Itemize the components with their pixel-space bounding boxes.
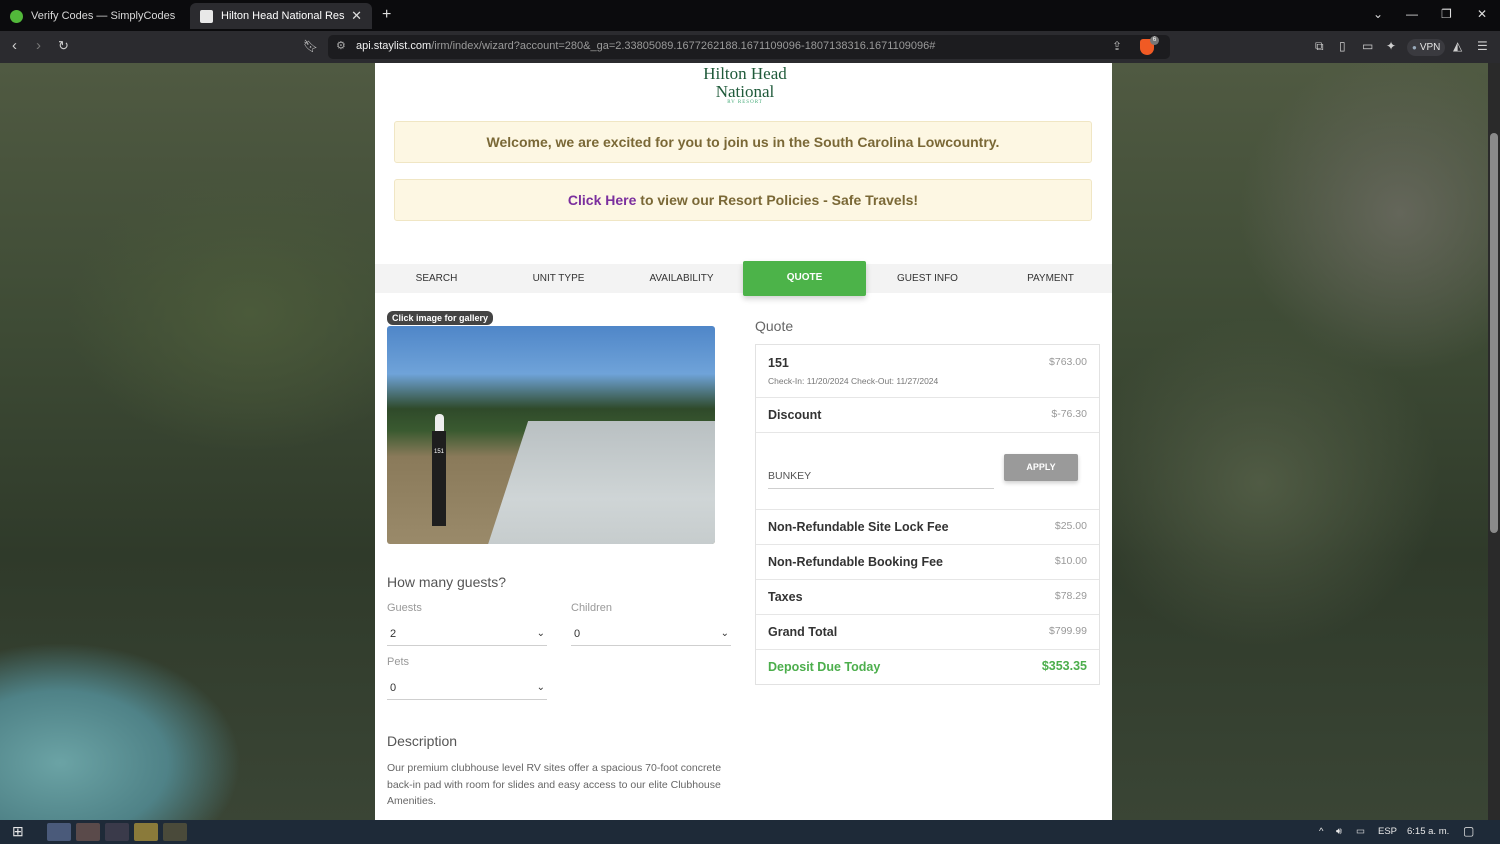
step-payment[interactable]: PAYMENT [989, 264, 1112, 293]
rewards-icon[interactable]: ◭ [1453, 39, 1462, 53]
site-info-icon[interactable]: ⚙ [336, 39, 346, 52]
wallet-icon[interactable]: ▭ [1362, 39, 1373, 53]
start-icon[interactable]: ⊞ [12, 823, 24, 840]
restore-icon[interactable]: ❐ [1441, 7, 1452, 21]
volume-icon[interactable]: 🔊︎ [1336, 826, 1342, 837]
quote-panel: 151 $763.00 Check-In: 11/20/2024 Check-O… [755, 344, 1100, 685]
quote-row-discount: Discount $-76.30 [756, 398, 1099, 433]
quote-row-grand-total: Grand Total $799.99 [756, 615, 1099, 650]
description-heading: Description [387, 733, 458, 749]
apply-button[interactable]: APPLY [1004, 454, 1078, 481]
site-photo[interactable]: 151 [387, 326, 715, 544]
close-tab-icon[interactable]: ✕ [351, 8, 362, 24]
new-tab-icon[interactable]: + [382, 6, 391, 24]
step-unit-type[interactable]: UNIT TYPE [497, 264, 620, 293]
simplycodes-favicon-icon [10, 9, 23, 23]
back-icon[interactable]: ‹ [12, 37, 17, 54]
site-price: $763.00 [1049, 356, 1087, 368]
guests-select[interactable]: 2 ⌄ [387, 622, 547, 646]
vpn-button[interactable]: VPN [1407, 39, 1446, 56]
scroll-thumb[interactable] [1490, 133, 1498, 533]
page-viewport: Hilton Head National RV RESORT Welcome, … [0, 63, 1500, 820]
site-name: 151 [768, 356, 789, 370]
step-availability[interactable]: AVAILABILITY [620, 264, 743, 293]
minimize-icon[interactable]: — [1406, 7, 1418, 21]
deposit-value: $353.35 [1041, 659, 1087, 673]
leo-ai-icon[interactable]: ✦ [1386, 39, 1396, 53]
language-indicator[interactable]: ESP [1378, 826, 1397, 837]
chevron-down-icon: ⌄ [720, 628, 729, 639]
address-bar[interactable]: ⚙ api.staylist.com/irm/index/wizard?acco… [328, 35, 1170, 59]
windows-taskbar: ⊞ ^ 🔊︎ ▭ ESP 6:15 a. m. ▢ [0, 820, 1500, 844]
policy-text: to view our Resort Policies - Safe Trave… [636, 192, 919, 208]
clock[interactable]: 6:15 a. m. [1407, 826, 1449, 837]
gallery-hint-badge: Click image for gallery [387, 311, 494, 325]
welcome-notice: Welcome, we are excited for you to join … [394, 121, 1092, 163]
children-label: Children [571, 602, 612, 614]
quote-row-deposit: Deposit Due Today $353.35 [756, 650, 1099, 685]
network-icon[interactable]: ▭ [1356, 826, 1365, 837]
share-icon[interactable]: ⇪ [1112, 39, 1122, 53]
quote-row: Non-Refundable Booking Fee $10.00 [756, 545, 1099, 580]
promo-code-input[interactable]: BUNKEY [768, 463, 994, 489]
step-guest-info[interactable]: GUEST INFO [866, 264, 989, 293]
quote-row: Taxes $78.29 [756, 580, 1099, 615]
guests-label: Guests [387, 602, 422, 614]
discount-value: $-76.30 [1051, 408, 1087, 420]
extensions-icon[interactable]: ⧉ [1315, 39, 1324, 54]
description-text: Our premium clubhouse level RV sites off… [387, 762, 722, 807]
tab-simplycodes[interactable]: Verify Codes — SimplyCodes [0, 3, 186, 29]
policy-link[interactable]: Click Here [568, 192, 636, 208]
children-select[interactable]: 0 ⌄ [571, 622, 731, 646]
forward-icon[interactable]: › [36, 37, 41, 54]
wizard-steps: SEARCH UNIT TYPE AVAILABILITY QUOTE GUES… [375, 261, 1112, 296]
resort-logo[interactable]: Hilton Head National RV RESORT [695, 63, 795, 111]
quote-title: Quote [755, 318, 794, 334]
discord-icon[interactable] [47, 823, 71, 841]
booking-card: Hilton Head National RV RESORT Welcome, … [375, 63, 1112, 820]
brave-taskbar-icon[interactable] [76, 823, 100, 841]
pets-label: Pets [387, 656, 410, 668]
chevron-down-icon: ⌄ [536, 628, 545, 639]
guests-heading: How many guests? [387, 574, 507, 590]
discount-label: Discount [768, 408, 822, 422]
browser-toolbar: ‹ › ↻ 🔖︎ ⚙ api.staylist.com/irm/index/wi… [0, 31, 1500, 63]
app-icon[interactable] [163, 823, 187, 841]
url-text: api.staylist.com/irm/index/wizard?accoun… [356, 40, 936, 52]
brave-secondary-icon[interactable] [105, 823, 129, 841]
quote-row: Non-Refundable Site Lock Fee $25.00 [756, 510, 1099, 545]
tray-expand-icon[interactable]: ^ [1319, 826, 1323, 837]
tab-list-chevron-icon[interactable]: ⌄ [1373, 7, 1383, 21]
page-favicon-icon [200, 9, 213, 23]
quote-row-site: 151 $763.00 Check-In: 11/20/2024 Check-O… [756, 345, 1099, 398]
reload-icon[interactable]: ↻ [58, 38, 69, 54]
bookmark-icon[interactable]: 🔖︎ [303, 39, 318, 53]
stay-dates: Check-In: 11/20/2024 Check-Out: 11/27/20… [768, 376, 939, 386]
promo-row: BUNKEY APPLY [756, 433, 1099, 510]
sidebar-icon[interactable]: ▯ [1339, 39, 1346, 53]
tab-hilton-head[interactable]: Hilton Head National Resort - C ✕ [190, 3, 372, 29]
deposit-label: Deposit Due Today [768, 660, 881, 674]
shields-count-badge: 6 [1150, 36, 1159, 45]
pets-select[interactable]: 0 ⌄ [387, 676, 547, 700]
site-post-number: 151 [434, 449, 445, 455]
page-scrollbar[interactable] [1488, 63, 1500, 820]
step-quote[interactable]: QUOTE [743, 261, 866, 296]
step-search[interactable]: SEARCH [375, 264, 498, 293]
tab-title: Hilton Head National Resort - C [221, 10, 345, 22]
menu-icon[interactable]: ☰ [1477, 39, 1488, 53]
chevron-down-icon: ⌄ [536, 682, 545, 693]
file-explorer-icon[interactable] [134, 823, 158, 841]
close-window-icon[interactable]: ✕ [1477, 7, 1487, 21]
tab-title: Verify Codes — SimplyCodes [31, 10, 176, 22]
browser-tab-bar: Verify Codes — SimplyCodes Hilton Head N… [0, 0, 1500, 31]
policy-notice: Click Here to view our Resort Policies -… [394, 179, 1092, 221]
notifications-icon[interactable]: ▢ [1463, 824, 1474, 838]
